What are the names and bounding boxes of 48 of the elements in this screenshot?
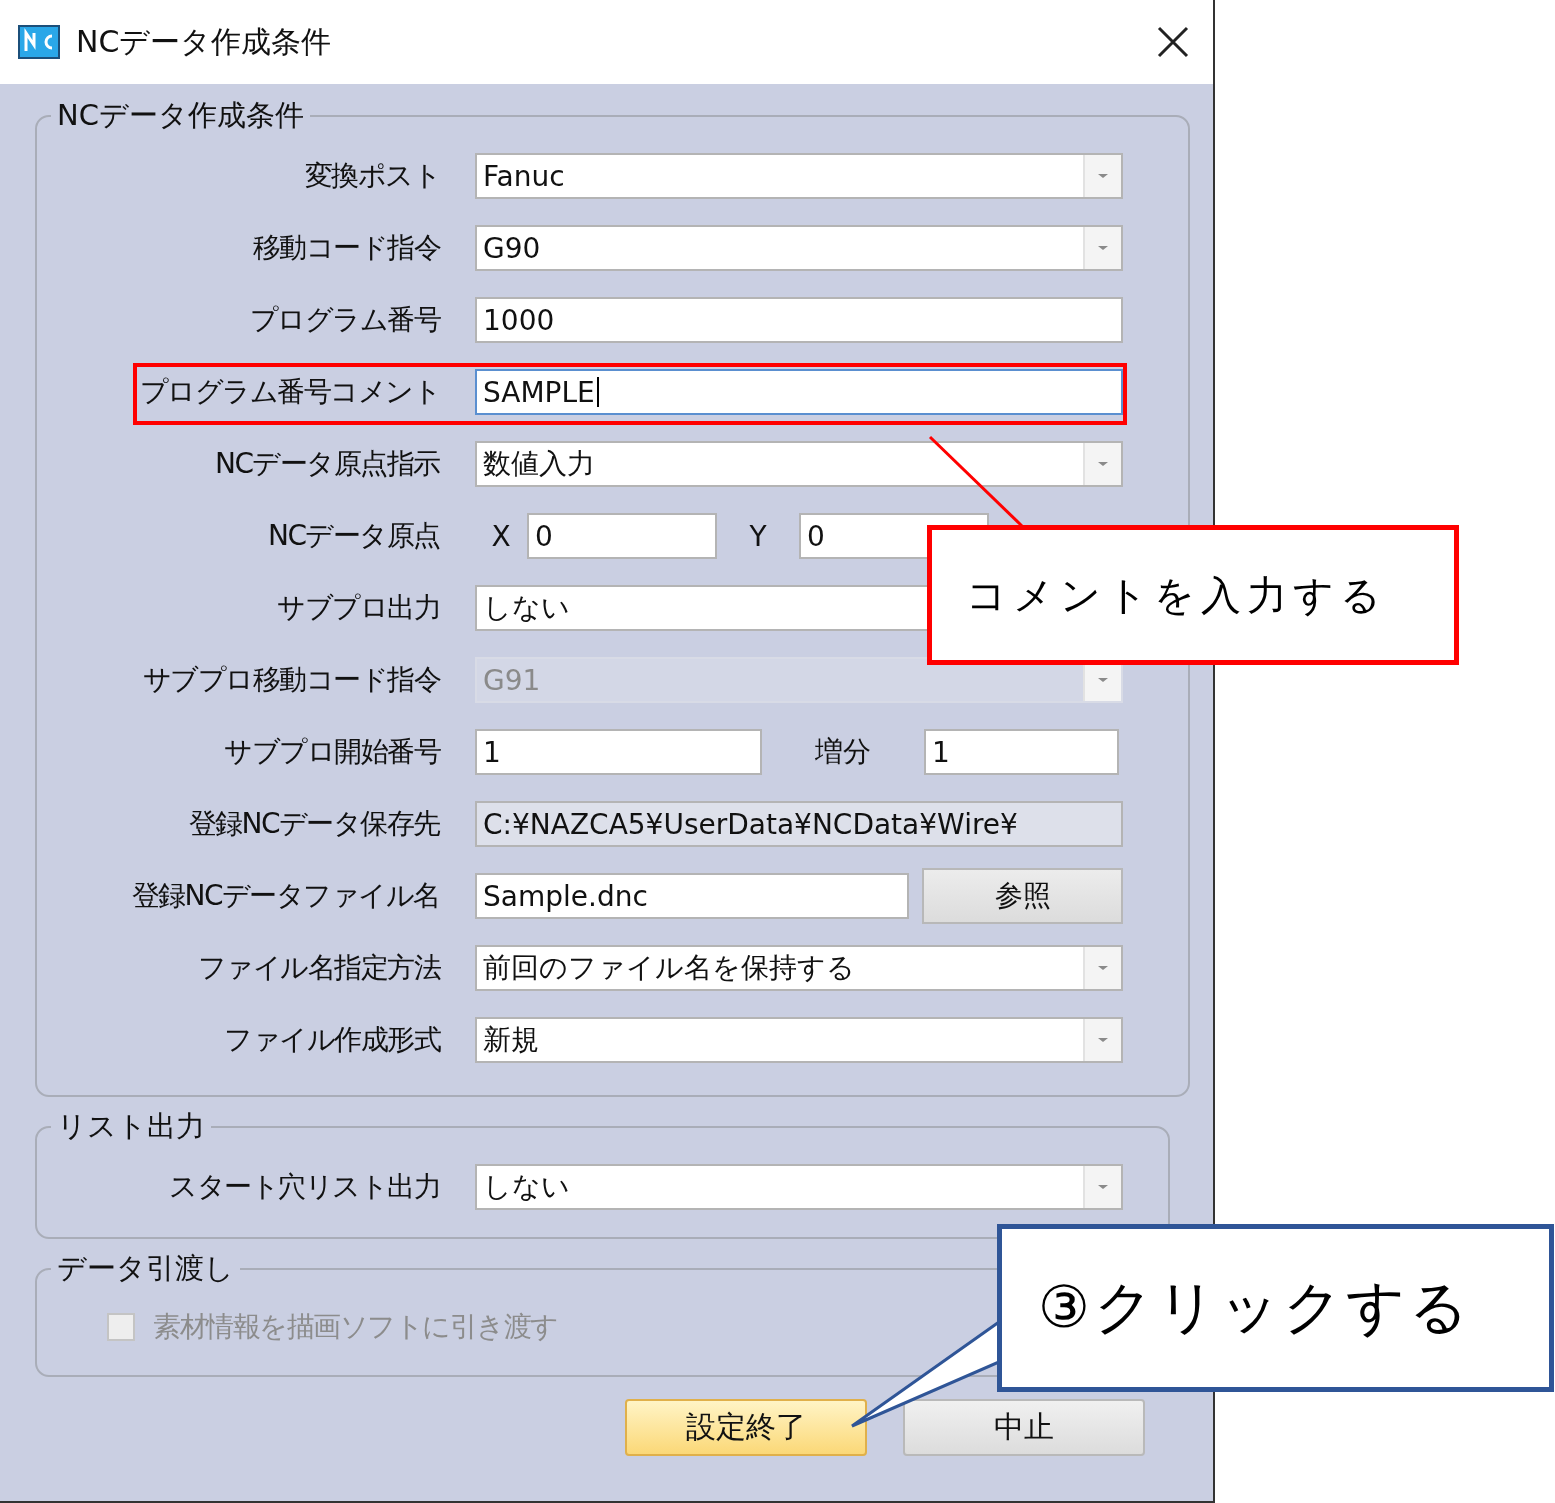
dropdown[interactable]: 新規 bbox=[475, 1017, 1123, 1063]
dropdown[interactable]: G90 bbox=[475, 225, 1123, 271]
text-field[interactable]: 0 bbox=[527, 513, 717, 559]
dialog-button[interactable]: 中止 bbox=[903, 1399, 1145, 1456]
dropdown[interactable]: しない bbox=[475, 1164, 1123, 1210]
callout-tooltip: コメントを入力する bbox=[927, 525, 1459, 665]
field-label: サブプロ出力 bbox=[276, 590, 440, 626]
close-icon[interactable] bbox=[1157, 26, 1189, 58]
dialog-button[interactable]: 設定終了 bbox=[625, 1399, 867, 1456]
dropdown-arrow-icon bbox=[1097, 1184, 1109, 1190]
field-label: 変換ポスト bbox=[303, 158, 440, 194]
dropdown[interactable]: 数値入力 bbox=[475, 441, 1123, 487]
field-label: プログラム番号 bbox=[248, 302, 440, 338]
field-label: 移動コード指令 bbox=[251, 230, 440, 266]
text-field[interactable]: 1 bbox=[924, 729, 1119, 775]
text-field[interactable]: SAMPLE bbox=[475, 369, 1123, 415]
group-title: データ引渡し bbox=[56, 1250, 235, 1287]
group-title: NCデータ作成条件 bbox=[56, 97, 305, 134]
field-label: NCデータ原点 bbox=[267, 518, 440, 554]
field-label: 素材情報を描画ソフトに引き渡す bbox=[153, 1309, 558, 1345]
dropdown-arrow-icon bbox=[1097, 965, 1109, 971]
dropdown-arrow-icon bbox=[1097, 245, 1109, 251]
text-field[interactable]: 1 bbox=[475, 729, 762, 775]
axis-label: Y bbox=[748, 519, 768, 553]
field-label: NCデータ原点指示 bbox=[214, 446, 440, 482]
text-field[interactable]: 1000 bbox=[475, 297, 1123, 343]
browse-button[interactable]: 参照 bbox=[922, 868, 1123, 924]
field-label: 登録NCデータ保存先 bbox=[187, 806, 440, 842]
field-label: 増分 bbox=[814, 734, 872, 770]
window-title: NCデータ作成条件 bbox=[76, 22, 333, 61]
axis-label: X bbox=[490, 519, 512, 553]
field-label: プログラム番号コメント bbox=[138, 374, 440, 410]
dropdown[interactable]: 前回のファイル名を保持する bbox=[475, 945, 1123, 991]
field-label: スタート穴リスト出力 bbox=[168, 1169, 440, 1205]
text-field[interactable]: Sample.dnc bbox=[475, 873, 910, 919]
dropdown-arrow-icon bbox=[1097, 461, 1109, 467]
callout-tooltip: ③クリックする bbox=[997, 1224, 1554, 1392]
field-label: ファイル作成形式 bbox=[223, 1022, 440, 1058]
group-title: リスト出力 bbox=[56, 1108, 206, 1145]
field-label: ファイル名指定方法 bbox=[196, 950, 440, 986]
dropdown-arrow-icon bbox=[1097, 173, 1109, 179]
field-label: 登録NCデータファイル名 bbox=[130, 878, 440, 914]
app-icon bbox=[18, 25, 60, 59]
dropdown[interactable]: Fanuc bbox=[475, 153, 1123, 199]
dropdown-arrow-icon bbox=[1097, 677, 1109, 683]
dropdown-arrow-icon bbox=[1097, 1037, 1109, 1043]
field-label: サブプロ開始番号 bbox=[223, 734, 440, 770]
field-label: サブプロ移動コード指令 bbox=[141, 662, 440, 698]
